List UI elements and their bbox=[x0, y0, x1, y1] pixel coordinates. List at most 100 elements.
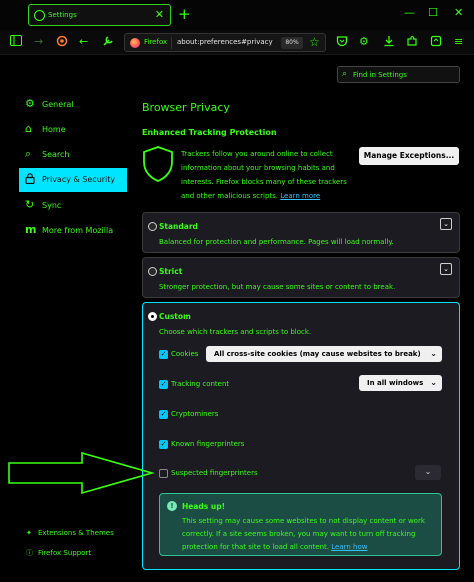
section-heading: Enhanced Tracking Protection bbox=[142, 128, 277, 137]
checkbox-label: Cryptominers bbox=[171, 410, 219, 418]
notice-title: Heads up! bbox=[182, 502, 225, 511]
zoom-level-badge[interactable]: 80% bbox=[281, 37, 303, 49]
sidebar-item-label: Sync bbox=[42, 201, 62, 210]
reload-icon[interactable] bbox=[56, 35, 68, 51]
standard-radio[interactable] bbox=[148, 222, 157, 231]
strict-radio[interactable] bbox=[148, 267, 157, 276]
cryptominers-checkbox[interactable]: ✓ bbox=[159, 410, 168, 419]
identity-label: Firefox bbox=[144, 38, 168, 46]
extensions-themes-link[interactable]: ✦ Extensions & Themes bbox=[26, 529, 114, 537]
notice-body: This setting may cause some websites to … bbox=[182, 517, 425, 551]
card-title: Custom bbox=[159, 312, 191, 321]
sidebar-item-label: More from Mozilla bbox=[42, 226, 114, 235]
minimize-button[interactable]: — bbox=[404, 6, 415, 19]
sidebar-item-label: Privacy & Security bbox=[42, 175, 116, 184]
footer-link-label: Firefox Support bbox=[38, 549, 92, 557]
mozilla-icon: m bbox=[25, 223, 37, 236]
chevron-down-icon: ⌄ bbox=[430, 349, 437, 358]
bookmark-star-icon[interactable]: ☆ bbox=[309, 35, 320, 49]
card-title: Strict bbox=[159, 267, 183, 276]
page-title: Browser Privacy bbox=[142, 101, 230, 114]
footer-link-label: Extensions & Themes bbox=[38, 529, 114, 537]
sidebar-toggle-icon[interactable] bbox=[10, 35, 22, 50]
url-address[interactable]: about:preferences#privacy bbox=[177, 38, 273, 46]
sidebar-item-home[interactable]: ⌂ Home bbox=[19, 118, 127, 142]
dropdown-value: In all windows bbox=[367, 379, 424, 387]
tab-settings[interactable]: Settings ✕ bbox=[28, 4, 171, 26]
tab-title: Settings bbox=[48, 11, 77, 19]
firefox-logo-icon bbox=[130, 38, 140, 48]
sidebar-item-privacy[interactable]: Privacy & Security bbox=[19, 168, 127, 192]
gear-toolbar-icon[interactable]: ⚙ bbox=[359, 35, 369, 49]
shield-icon bbox=[143, 146, 173, 182]
chevron-down-icon[interactable]: ⌄ bbox=[440, 263, 452, 275]
tab-bar: Settings ✕ + — ☐ ✕ bbox=[0, 0, 474, 30]
sidebar-item-more-from-mozilla[interactable]: m More from Mozilla bbox=[19, 219, 127, 243]
chevron-down-icon: ⌄ bbox=[430, 378, 437, 387]
search-icon: ⌕ bbox=[25, 147, 32, 160]
sidebar-item-label: Search bbox=[42, 150, 70, 159]
extensions-icon[interactable] bbox=[406, 35, 418, 51]
sync-icon: ↻ bbox=[25, 198, 35, 211]
checkbox-label: Suspected fingerprinters bbox=[171, 469, 258, 477]
card-description: Choose which trackers and scripts to blo… bbox=[159, 328, 312, 336]
sidebar-item-label: General bbox=[42, 100, 74, 109]
nav-toolbar: → ← Firefox about:preferences#privacy 80… bbox=[0, 30, 474, 55]
sidebar-item-sync[interactable]: ↻ Sync bbox=[19, 194, 127, 218]
known-fingerprinters-checkbox[interactable]: ✓ bbox=[159, 440, 168, 449]
heads-up-notice: ! Heads up! This setting may cause some … bbox=[159, 493, 442, 556]
url-separator bbox=[171, 37, 172, 49]
forward-icon[interactable]: → bbox=[34, 35, 43, 49]
help-icon: ⓘ bbox=[26, 549, 33, 557]
close-tab-icon[interactable]: ✕ bbox=[155, 8, 164, 21]
menu-icon[interactable]: ≡ bbox=[454, 35, 463, 49]
checkbox-label: Tracking content bbox=[171, 380, 230, 388]
annotation-arrow bbox=[8, 452, 154, 494]
checkbox-label: Cookies bbox=[171, 350, 199, 358]
new-tab-button[interactable]: + bbox=[178, 5, 191, 23]
cookies-checkbox[interactable]: ✓ bbox=[159, 350, 168, 359]
chevron-down-icon[interactable]: ⌄ bbox=[415, 465, 441, 480]
gear-icon: ⚙ bbox=[25, 97, 35, 110]
puzzle-icon: ✦ bbox=[26, 529, 32, 537]
notice-text: This setting may cause some websites to … bbox=[182, 515, 437, 554]
back-icon[interactable]: ← bbox=[79, 35, 88, 49]
strict-option-card[interactable]: Strict Stronger protection, but may caus… bbox=[142, 257, 460, 298]
maximize-button[interactable]: ☐ bbox=[428, 6, 438, 19]
sidebar-item-label: Home bbox=[42, 125, 66, 134]
sidebar-item-search[interactable]: ⌕ Search bbox=[19, 143, 127, 167]
card-title: Standard bbox=[159, 222, 198, 231]
download-icon[interactable] bbox=[383, 35, 395, 51]
learn-more-link[interactable]: Learn more bbox=[280, 192, 320, 200]
sidebar-item-general[interactable]: ⚙ General bbox=[19, 93, 127, 117]
dropdown-value: All cross-site cookies (may cause websit… bbox=[214, 350, 421, 358]
standard-option-card[interactable]: Standard Balanced for protection and per… bbox=[142, 212, 460, 253]
search-input[interactable] bbox=[353, 69, 457, 81]
etp-description: Trackers follow you around online to col… bbox=[181, 147, 353, 203]
search-icon: ⌕ bbox=[342, 69, 348, 79]
screenshot-icon[interactable] bbox=[430, 35, 442, 51]
chevron-down-icon[interactable]: ⌄ bbox=[440, 218, 452, 230]
info-icon: ! bbox=[167, 501, 177, 511]
gear-icon bbox=[34, 10, 45, 21]
find-in-settings[interactable]: ⌕ bbox=[337, 66, 460, 83]
lock-icon bbox=[25, 173, 35, 187]
custom-option-card[interactable]: Custom Choose which trackers and scripts… bbox=[142, 302, 460, 570]
close-window-button[interactable]: ✕ bbox=[454, 6, 463, 19]
custom-radio[interactable] bbox=[148, 312, 157, 321]
card-description: Stronger protection, but may cause some … bbox=[159, 283, 396, 291]
checkbox-label: Known fingerprinters bbox=[171, 440, 245, 448]
learn-how-link[interactable]: Learn how bbox=[331, 543, 367, 551]
home-icon: ⌂ bbox=[25, 122, 32, 135]
etp-description-text: Trackers follow you around online to col… bbox=[181, 150, 347, 200]
tracking-content-checkbox[interactable]: ✓ bbox=[159, 380, 168, 389]
wrench-icon[interactable] bbox=[102, 35, 114, 51]
cookies-dropdown[interactable]: All cross-site cookies (may cause websit… bbox=[206, 346, 442, 362]
manage-exceptions-button[interactable]: Manage Exceptions... bbox=[359, 147, 459, 165]
suspected-fingerprinters-checkbox[interactable] bbox=[159, 469, 168, 478]
firefox-support-link[interactable]: ⓘ Firefox Support bbox=[26, 548, 91, 558]
card-description: Balanced for protection and performance.… bbox=[159, 238, 394, 246]
tracking-content-dropdown[interactable]: In all windows ⌄ bbox=[359, 375, 442, 391]
pocket-icon[interactable] bbox=[336, 35, 348, 51]
url-bar[interactable]: Firefox about:preferences#privacy 80% ☆ bbox=[124, 33, 326, 52]
